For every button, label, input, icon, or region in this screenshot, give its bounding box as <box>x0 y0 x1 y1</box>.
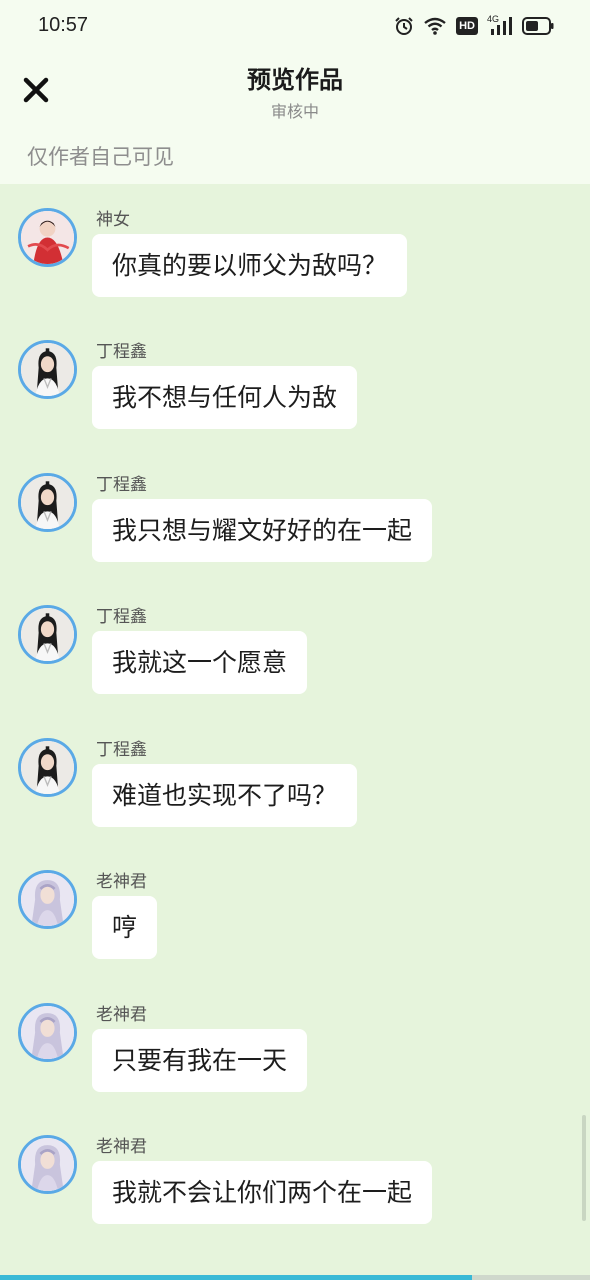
signal-icon: 4G <box>487 14 513 36</box>
silver-haired-man-avatar-icon <box>21 1138 74 1191</box>
sender-name: 丁程鑫 <box>96 474 147 495</box>
message-bubble[interactable]: 我就不会让你们两个在一起 <box>92 1161 433 1224</box>
sender-name: 神女 <box>96 209 130 230</box>
status-bar: 10:57 HD 4G <box>0 0 590 52</box>
message-bubble[interactable]: 我不想与任何人为敌 <box>92 366 358 429</box>
message-bubble[interactable]: 哼 <box>92 896 158 959</box>
avatar[interactable] <box>18 1135 77 1194</box>
black-haired-man-avatar-icon <box>21 343 74 396</box>
sender-name: 老神君 <box>96 872 147 892</box>
avatar[interactable] <box>18 340 77 399</box>
battery-icon <box>522 17 554 35</box>
review-status: 审核中 <box>270 102 319 121</box>
avatar[interactable] <box>18 472 77 532</box>
chat-message: 丁程鑫难道也实现不了吗？ <box>0 731 590 831</box>
avatar[interactable] <box>18 737 77 797</box>
message-bubble[interactable]: 我只想与耀文好好的在一起 <box>92 498 433 562</box>
black-haired-man-avatar-icon <box>21 740 74 794</box>
chat-message: 神女你真的要以师父为敌吗？ <box>0 201 590 301</box>
scrollbar[interactable] <box>582 1115 586 1221</box>
header: 预览作品 审核中 仅作者自己可见 <box>0 52 590 184</box>
reading-progress-fill <box>0 1275 472 1280</box>
avatar[interactable] <box>18 605 77 664</box>
chat-message: 老神君只要有我在一天 <box>0 996 590 1096</box>
chat-list[interactable]: 师兄神女你真的要以师父为敌吗？丁程鑫我不想与任何人为敌丁程鑫我只想与耀文好好的在… <box>0 184 590 1280</box>
black-haired-man-avatar-icon <box>21 475 74 529</box>
chat-message: 丁程鑫我不想与任何人为敌 <box>0 333 590 433</box>
visibility-note: 仅作者自己可见 <box>27 145 174 169</box>
sender-name: 老神君 <box>96 1004 147 1025</box>
chat-message: 丁程鑫我就这一个愿意 <box>0 598 590 698</box>
message-bubble[interactable]: 难道也实现不了吗？ <box>92 763 358 827</box>
message-bubble[interactable]: 你真的要以师父为敌吗？ <box>92 233 408 297</box>
chat-message: 丁程鑫我只想与耀文好好的在一起 <box>0 466 590 566</box>
chat-message: 老神君哼 <box>0 863 590 963</box>
silver-haired-man-avatar-icon <box>21 873 74 926</box>
reading-progress-bar <box>0 1275 590 1280</box>
avatar[interactable] <box>18 1002 77 1062</box>
message-bubble[interactable]: 只要有我在一天 <box>92 1028 308 1092</box>
avatar[interactable] <box>18 207 77 267</box>
message-bubble[interactable]: 我就这一个愿意 <box>92 631 308 694</box>
sender-name: 丁程鑫 <box>96 342 147 362</box>
sender-name: 丁程鑫 <box>96 607 147 627</box>
alarm-icon <box>395 17 413 35</box>
sender-name: 老神君 <box>96 1137 147 1157</box>
status-icons: HD 4G <box>394 14 554 38</box>
black-haired-man-avatar-icon <box>21 608 74 661</box>
chat-message: 老神君我就不会让你们两个在一起 <box>0 1128 590 1228</box>
status-time: 10:57 <box>38 14 89 36</box>
sender-name: 丁程鑫 <box>96 739 147 760</box>
silver-haired-man-avatar-icon <box>21 1005 74 1059</box>
avatar[interactable] <box>18 870 77 929</box>
hd-icon: HD <box>456 17 478 35</box>
red-robed-woman-avatar-icon <box>21 210 74 264</box>
wifi-icon <box>424 17 446 35</box>
page-title: 预览作品 <box>247 66 343 94</box>
